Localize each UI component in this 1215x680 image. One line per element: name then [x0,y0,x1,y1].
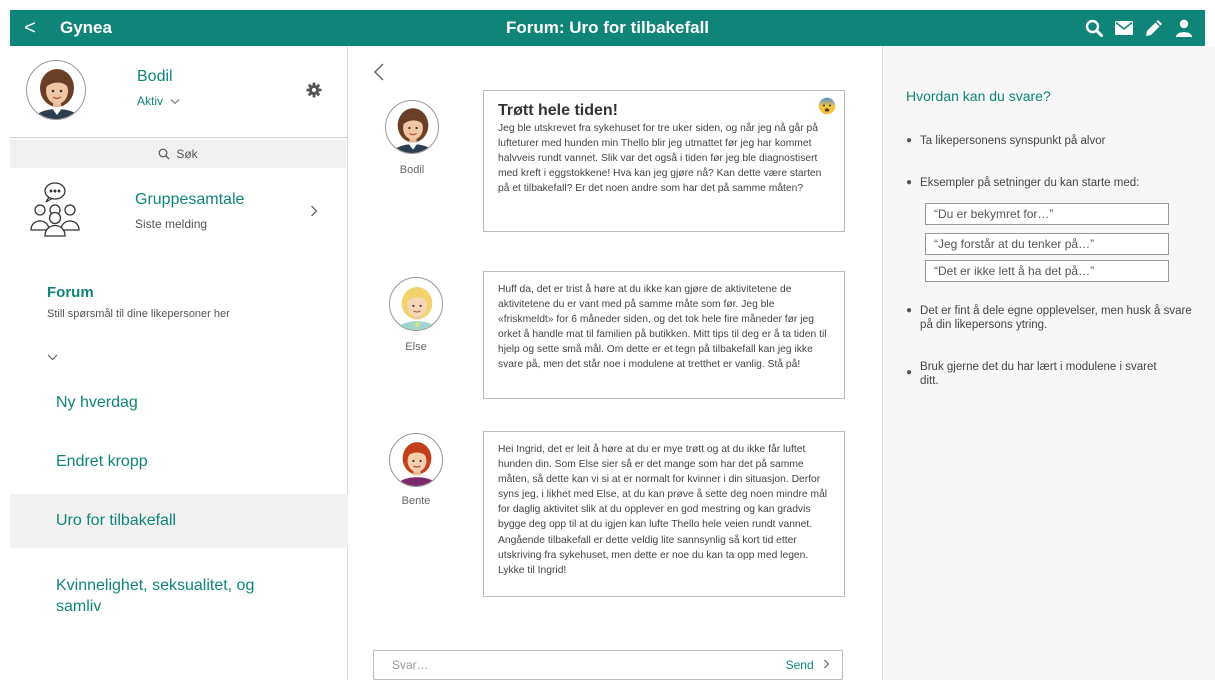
send-label: Send [785,658,814,672]
profile-name: Bodil [137,68,173,85]
bullet-icon: ● [906,135,913,146]
help-panel: Hvordan kan du svare? ● Ta likepersonens… [884,46,1215,680]
forum-item-ny-hverdag[interactable]: Ny hverdag [10,376,348,430]
group-chat-subtitle: Siste melding [135,217,208,231]
help-tip-text: Bruk gjerne det du har lært i modulene i… [920,361,1157,387]
reply-bar: Send [373,650,843,680]
chevron-right-icon [310,204,318,220]
search-icon [158,148,170,160]
thread-panel: Bodil Trøtt hele tiden! Jeg ble utskreve… [349,46,883,680]
avatar [385,100,439,154]
forum-title: Forum [47,284,94,301]
sidebar: Bodil Aktiv Søk Gruppesamtale Siste meld… [10,46,348,680]
anxious-face-emoji-icon [818,97,836,120]
search-bar[interactable]: Søk [10,140,346,168]
status-label: Aktiv [137,94,164,108]
pencil-icon[interactable] [1145,19,1163,37]
post-body: Huff da, det er trist å høre at du ikke … [498,284,827,371]
post-author: Bodil [399,164,425,176]
chevron-left-icon[interactable] [373,62,385,88]
forum-subtitle: Still spørsmål til dine likepersoner her [47,308,230,320]
post-author: Else [405,341,427,353]
avatar [389,433,443,487]
gear-icon[interactable] [306,82,322,103]
group-chat-icon [26,180,84,243]
example-phrase: “Du er bekymret for…” [925,203,1169,225]
post-box: Hei Ingrid, det er leit å høre at du er … [483,431,845,597]
top-icons [1085,10,1193,46]
example-phrase: “Jeg forstår at du tenker på…” [925,233,1169,255]
bullet-icon: ● [906,177,913,188]
chevron-right-icon [824,659,830,669]
help-tip-text: Det er fint å dele egne opplevelser, men… [920,305,1192,331]
search-icon[interactable] [1085,19,1103,37]
user-icon[interactable] [1175,19,1193,37]
help-title: Hvordan kan du svare? [906,88,1051,104]
app-name: Gynea [60,18,112,37]
forum-item-endret-kropp[interactable]: Endret kropp [10,435,348,489]
profile-card: Bodil Aktiv [10,46,348,138]
post-title: Trøtt hele tiden! [498,102,618,119]
example-phrase: “Det er ikke lett å ha det på…” [925,260,1169,282]
group-chat-item[interactable]: Gruppesamtale Siste melding [10,174,348,246]
reply-input[interactable] [392,658,786,672]
help-tip-text: Eksempler på setninger du kan starte med… [920,177,1140,189]
post-box: Huff da, det er trist å høre at du ikke … [483,271,845,399]
top-bar: < Gynea Forum: Uro for tilbakefall [10,10,1205,46]
app-root: < Gynea Forum: Uro for tilbakefall Bodil… [0,0,1215,680]
forum-section-header: Forum Still spørsmål til dine likeperson… [47,284,230,320]
post-body: Hei Ingrid, det er leit å høre at du er … [498,444,828,576]
post-author: Bente [401,495,431,507]
help-tip: ● Det er fint å dele egne opplevelser, m… [906,304,1196,332]
page-title: Forum: Uro for tilbakefall [505,18,710,37]
forum-item-kvinnelighet[interactable]: Kvinnelighet, seksualitet, og samliv [10,562,270,632]
help-tip: ● Eksempler på setninger du kan starte m… [906,176,1196,190]
group-chat-title: Gruppesamtale [135,191,245,208]
chevron-down-icon [170,99,180,105]
avatar [389,277,443,331]
send-button[interactable]: Send [786,658,830,672]
avatar [26,60,86,120]
post-box: Trøtt hele tiden! Jeg ble utskrevet fra … [483,90,845,232]
chevron-down-icon[interactable] [47,348,58,366]
help-tip-text: Ta likepersonens synspunkt på alvor [920,135,1106,147]
bullet-icon: ● [906,367,913,378]
help-tip: ● Ta likepersonens synspunkt på alvor [906,134,1196,148]
back-button[interactable]: < [10,17,50,40]
bullet-icon: ● [906,305,913,316]
search-label: Søk [176,147,198,161]
help-tip: ● Bruk gjerne det du har lært i modulene… [906,360,1166,388]
forum-item-uro-for-tilbakefall[interactable]: Uro for tilbakefall [10,494,348,548]
post-body: Jeg ble utskrevet fra sykehuset for tre … [498,123,822,195]
status-dropdown[interactable]: Aktiv [137,94,180,108]
mail-icon[interactable] [1115,21,1133,35]
